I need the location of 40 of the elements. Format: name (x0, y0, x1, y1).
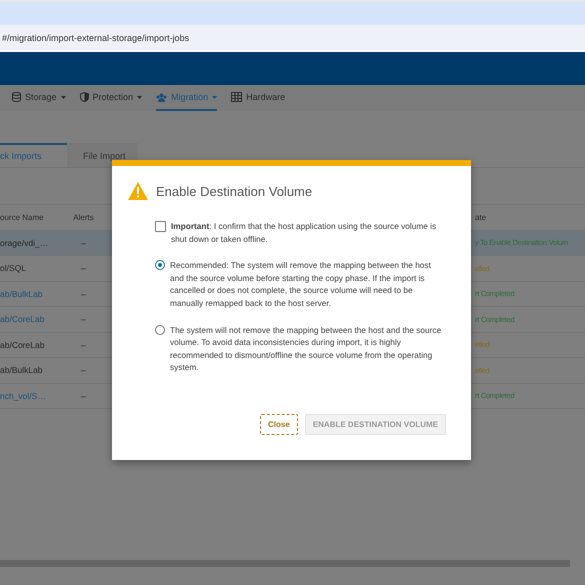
nav-menu-item[interactable]: Migration (156, 85, 218, 111)
warning-icon (128, 182, 148, 200)
radio-button[interactable] (155, 324, 165, 335)
table-cell-text: – (80, 365, 87, 376)
table-cell-text: ab/BulkLab (0, 365, 44, 376)
nav-label: Migration (171, 92, 208, 102)
nav-label: Storage (25, 92, 57, 102)
table-cell-text: – (80, 288, 87, 299)
table-cell-text: – (80, 314, 87, 324)
table-cell-text: ab/CoreLab (0, 340, 46, 350)
source-link[interactable]: ab/CoreLab (0, 314, 57, 324)
option-label: Important: I confirm that the host application using the source volume is shut down or taken offline. (171, 220, 438, 246)
address-bar[interactable]: #/migration/import-external-storage/import-jobs (0, 25, 585, 52)
database-icon (12, 92, 21, 102)
source-link[interactable]: nch_vol/S… (0, 390, 57, 401)
source-link[interactable]: ab/BulkLab (0, 288, 57, 299)
radio-button[interactable] (155, 260, 165, 270)
table-cell-text: orage/vdi_… (0, 238, 50, 248)
checkbox[interactable] (155, 221, 166, 232)
nav-menu-item[interactable]: Hardware (231, 85, 286, 111)
table-cell-text: ol/SQL (0, 263, 27, 274)
users-icon (156, 92, 168, 102)
table-cell-text: – (80, 390, 87, 401)
option-label: Recommended: The system will remove the mapping between the host and the source volume before starting the copy phase. If the import is cancelled or does not complete, the source volume will need to be manually remapped back to the host server. (170, 259, 432, 310)
table-cell-text: – (80, 263, 87, 274)
close-button[interactable]: Close (260, 414, 298, 435)
nav-label: Protection (92, 92, 134, 102)
shield-icon (80, 92, 89, 102)
column-header[interactable]: Alerts (57, 212, 110, 222)
nav-menu-item[interactable]: Protection (80, 85, 142, 111)
option-label: The system will not remove the mapping between the host and the source volume. To avoid data inconsistencies during import, it is highly recommended to dismount/offline the source volume from the operating system. (170, 324, 442, 374)
nav-label: Hardware (246, 92, 286, 102)
column-header[interactable]: ate (475, 212, 585, 222)
table-cell-text: – (80, 238, 87, 248)
nav-menu-item[interactable]: Storage (12, 85, 66, 111)
scrollbar[interactable] (0, 560, 570, 567)
table-cell-text: – (80, 340, 87, 350)
hardware-icon (231, 92, 242, 102)
column-header[interactable]: ource Name (0, 212, 57, 222)
dialog-title: Enable Destination Volume (156, 184, 312, 198)
